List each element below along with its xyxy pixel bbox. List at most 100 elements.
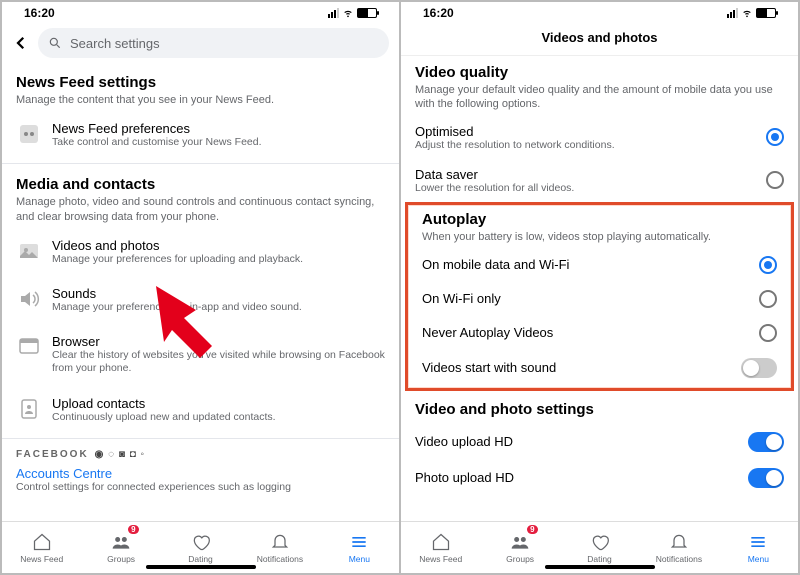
tab-label: News Feed <box>20 554 63 564</box>
tab-newsfeed[interactable]: News Feed <box>2 522 81 573</box>
section-newsfeed: News Feed settings Manage the content th… <box>2 66 399 111</box>
section-desc: Manage photo, video and sound controls a… <box>16 195 385 224</box>
facebook-wordmark: FACEBOOK <box>16 449 89 460</box>
tab-label: News Feed <box>419 554 462 564</box>
section-autoplay: Autoplay When your battery is low, video… <box>408 205 791 248</box>
row-upload-contacts[interactable]: Upload contacts Continuously upload new … <box>2 386 399 434</box>
section-desc: When your battery is low, videos stop pl… <box>422 230 777 244</box>
row-title: Browser <box>52 334 385 349</box>
settings-scroll[interactable]: Video quality Manage your default video … <box>401 56 798 573</box>
section-title: Autoplay <box>422 211 777 228</box>
radio-icon[interactable] <box>759 290 777 308</box>
row-desc: Control settings for connected experienc… <box>16 481 385 493</box>
toggle-on-icon[interactable] <box>748 432 784 452</box>
option-autoplay-mobile-wifi[interactable]: On mobile data and Wi-Fi <box>408 248 791 282</box>
row-title: Upload contacts <box>52 396 385 411</box>
section-title: News Feed settings <box>16 74 385 91</box>
radio-icon[interactable] <box>766 171 784 189</box>
status-time: 16:20 <box>423 6 454 20</box>
row-accounts-centre[interactable]: Accounts Centre Control settings for con… <box>2 462 399 493</box>
row-desc: Manage your preferences for in-app and v… <box>52 301 385 314</box>
section-desc: Manage the content that you see in your … <box>16 93 385 107</box>
option-start-with-sound[interactable]: Videos start with sound <box>408 350 791 386</box>
option-label: Optimised <box>415 124 756 139</box>
status-time: 16:20 <box>24 6 55 20</box>
option-label: Photo upload HD <box>415 470 738 485</box>
option-autoplay-never[interactable]: Never Autoplay Videos <box>408 316 791 350</box>
search-header: Search settings <box>2 24 399 66</box>
radio-icon[interactable] <box>759 324 777 342</box>
tab-label: Groups <box>107 554 135 564</box>
home-indicator <box>545 565 655 569</box>
option-label: Never Autoplay Videos <box>422 325 749 340</box>
tab-menu[interactable]: Menu <box>320 522 399 573</box>
battery-icon <box>357 8 377 18</box>
back-icon[interactable] <box>12 34 30 52</box>
section-media: Media and contacts Manage photo, video a… <box>2 168 399 228</box>
option-photo-upload-hd[interactable]: Photo upload HD <box>401 460 798 496</box>
row-sounds[interactable]: Sounds Manage your preferences for in-ap… <box>2 276 399 324</box>
row-videos-photos[interactable]: Videos and photos Manage your preference… <box>2 228 399 276</box>
section-title: Media and contacts <box>16 176 385 193</box>
home-indicator <box>146 565 256 569</box>
status-bar: 16:20 <box>401 2 798 24</box>
status-bar: 16:20 <box>2 2 399 24</box>
wifi-icon <box>342 8 354 18</box>
row-title: News Feed preferences <box>52 121 385 136</box>
row-newsfeed-prefs[interactable]: News Feed preferences Take control and c… <box>2 111 399 159</box>
status-icons <box>727 8 776 18</box>
option-label: Video upload HD <box>415 434 738 449</box>
speaker-icon <box>16 286 42 312</box>
signal-icon <box>727 8 738 18</box>
option-desc: Adjust the resolution to network conditi… <box>415 139 756 151</box>
radio-selected-icon[interactable] <box>759 256 777 274</box>
row-title: Videos and photos <box>52 238 385 253</box>
facebook-app-icons: ◉ ◌ ◙ ◘ ◦ <box>95 449 145 460</box>
option-autoplay-wifi-only[interactable]: On Wi-Fi only <box>408 282 791 316</box>
row-desc: Continuously upload new and updated cont… <box>52 411 385 424</box>
tab-menu[interactable]: Menu <box>719 522 798 573</box>
row-desc: Clear the history of websites you've vis… <box>52 349 385 375</box>
option-label: Videos start with sound <box>422 360 731 375</box>
toggle-off-icon[interactable] <box>741 358 777 378</box>
tab-label: Notifications <box>257 554 303 564</box>
row-title: Sounds <box>52 286 385 301</box>
option-video-upload-hd[interactable]: Video upload HD <box>401 424 798 460</box>
highlight-autoplay: Autoplay When your battery is low, video… <box>405 202 794 391</box>
settings-scroll[interactable]: News Feed settings Manage the content th… <box>2 66 399 573</box>
tab-label: Menu <box>748 554 769 564</box>
tab-label: Notifications <box>656 554 702 564</box>
page-title: Videos and photos <box>401 30 798 45</box>
page-header: Videos and photos <box>401 24 798 56</box>
section-video-photo-settings: Video and photo settings <box>401 391 798 424</box>
badge-count: 9 <box>527 525 537 534</box>
search-placeholder: Search settings <box>70 36 160 51</box>
divider <box>2 438 399 439</box>
row-browser[interactable]: Browser Clear the history of websites yo… <box>2 324 399 385</box>
option-data-saver[interactable]: Data saver Lower the resolution for all … <box>401 159 798 202</box>
tab-newsfeed[interactable]: News Feed <box>401 522 480 573</box>
search-input[interactable]: Search settings <box>38 28 389 58</box>
wifi-icon <box>741 8 753 18</box>
tab-label: Menu <box>349 554 370 564</box>
toggle-on-icon[interactable] <box>748 468 784 488</box>
section-video-quality: Video quality Manage your default video … <box>401 56 798 116</box>
battery-icon <box>756 8 776 18</box>
section-title: Video quality <box>415 64 784 81</box>
status-icons <box>328 8 377 18</box>
radio-selected-icon[interactable] <box>766 128 784 146</box>
browser-icon <box>16 334 42 360</box>
search-icon <box>48 36 62 50</box>
tab-label: Groups <box>506 554 534 564</box>
tab-label: Dating <box>188 554 213 564</box>
phone-right: 16:20 Videos and photos Video quality Ma… <box>400 1 799 574</box>
row-title: Accounts Centre <box>16 466 385 481</box>
option-optimised[interactable]: Optimised Adjust the resolution to netwo… <box>401 116 798 159</box>
preferences-icon <box>16 121 42 147</box>
option-label: On Wi-Fi only <box>422 291 749 306</box>
option-desc: Lower the resolution for all videos. <box>415 182 756 194</box>
photo-icon <box>16 238 42 264</box>
divider <box>2 163 399 164</box>
phone-left: 16:20 Search settings News Feed settings… <box>1 1 400 574</box>
facebook-logo: FACEBOOK ◉ ◌ ◙ ◘ ◦ <box>2 443 399 462</box>
